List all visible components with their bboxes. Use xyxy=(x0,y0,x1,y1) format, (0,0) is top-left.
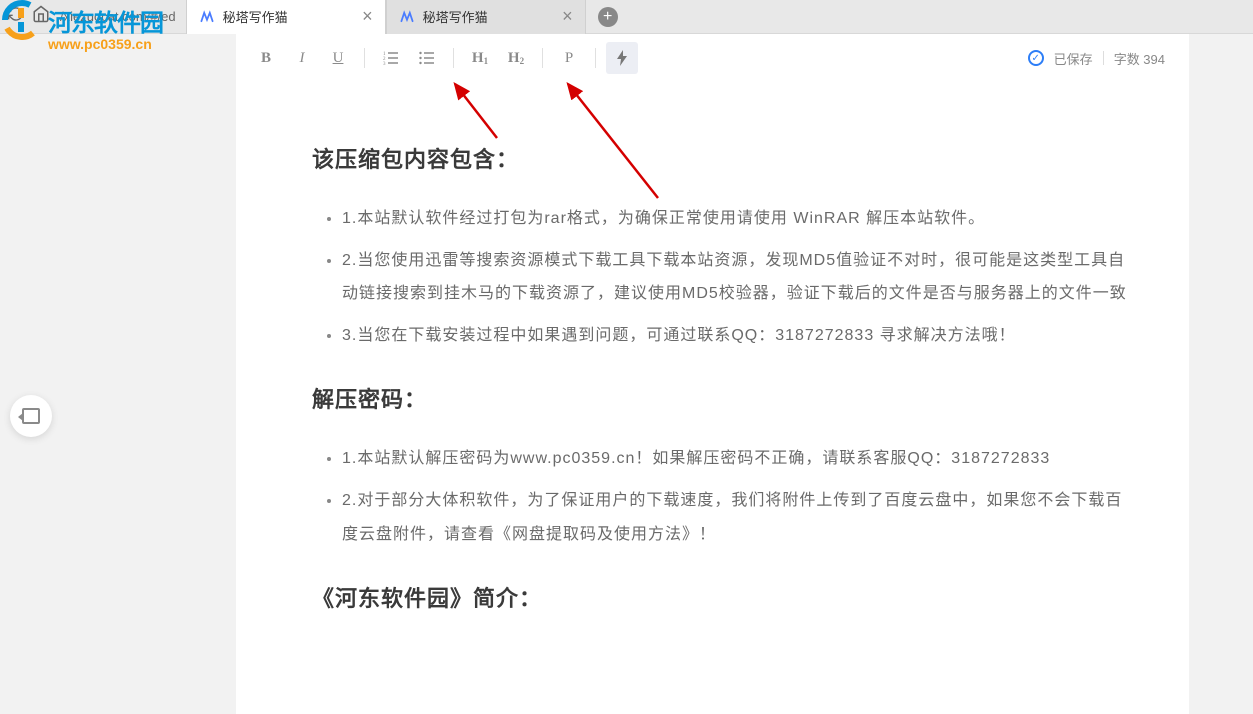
list: 1.本站默认软件经过打包为rar格式，为确保正常使用请使用 WinRAR 解压本… xyxy=(312,202,1139,352)
tab-favicon xyxy=(199,9,215,25)
word-count: 字数 394 xyxy=(1114,49,1165,68)
h1-button[interactable]: H1 xyxy=(464,42,496,74)
refresh-icon[interactable] xyxy=(8,6,24,27)
lightning-button[interactable] xyxy=(606,42,638,74)
tab-favicon xyxy=(399,9,415,25)
nav-controls xyxy=(8,5,50,28)
saved-label: 已保存 xyxy=(1054,49,1093,68)
tab-title: 秘塔写作猫 xyxy=(223,7,354,26)
list-item: 3.当您在下载安装过程中如果遇到问题，可通过联系QQ：3187272833 寻求… xyxy=(342,319,1139,353)
separator xyxy=(364,48,365,68)
separator xyxy=(1103,51,1104,65)
url-display: /xiezuocat.com/#/ed xyxy=(60,9,176,24)
browser-tab-1[interactable]: 秘塔写作猫 × xyxy=(186,0,386,34)
editor-toolbar: B I U 123 H1 H2 P ✓ xyxy=(236,34,1189,82)
unordered-list-button[interactable] xyxy=(411,42,443,74)
document-body[interactable]: 该压缩包内容包含： 1.本站默认软件经过打包为rar格式，为确保正常使用请使用 … xyxy=(236,82,1189,714)
editor-page: B I U 123 H1 H2 P ✓ xyxy=(236,34,1189,714)
bold-button[interactable]: B xyxy=(250,42,282,74)
h2-button[interactable]: H2 xyxy=(500,42,532,74)
collapse-icon xyxy=(22,408,40,424)
browser-tab-2[interactable]: 秘塔写作猫 × xyxy=(386,0,586,34)
toolbar-group: B I U 123 H1 H2 P xyxy=(250,42,638,74)
home-icon[interactable] xyxy=(32,5,50,28)
list: 1.本站默认解压密码为www.pc0359.cn！如果解压密码不正确，请联系客服… xyxy=(312,442,1139,551)
heading: 该压缩包内容包含： xyxy=(312,142,1139,174)
close-icon[interactable]: × xyxy=(362,6,373,27)
app-body: B I U 123 H1 H2 P ✓ xyxy=(0,34,1253,714)
underline-button[interactable]: U xyxy=(322,42,354,74)
italic-button[interactable]: I xyxy=(286,42,318,74)
heading: 解压密码： xyxy=(312,382,1139,414)
list-item: 1.本站默认软件经过打包为rar格式，为确保正常使用请使用 WinRAR 解压本… xyxy=(342,202,1139,236)
svg-text:3: 3 xyxy=(383,62,386,65)
list-item: 2.当您使用迅雷等搜索资源模式下载工具下载本站资源，发现MD5值验证不对时，很可… xyxy=(342,244,1139,311)
status-area: ✓ 已保存 字数 394 xyxy=(1028,49,1165,68)
close-icon[interactable]: × xyxy=(562,6,573,27)
separator xyxy=(453,48,454,68)
list-item: 2.对于部分大体积软件，为了保证用户的下载速度，我们将附件上传到了百度云盘中，如… xyxy=(342,484,1139,551)
paragraph-button[interactable]: P xyxy=(553,42,585,74)
heading: 《河东软件园》简介： xyxy=(312,581,1139,613)
collapse-sidebar-button[interactable] xyxy=(10,395,52,437)
ordered-list-button[interactable]: 123 xyxy=(375,42,407,74)
tab-title: 秘塔写作猫 xyxy=(423,7,554,26)
list-item: 1.本站默认解压密码为www.pc0359.cn！如果解压密码不正确，请联系客服… xyxy=(342,442,1139,476)
saved-check-icon: ✓ xyxy=(1028,50,1044,66)
browser-tab-bar: /xiezuocat.com/#/ed 秘塔写作猫 × 秘塔写作猫 × + xyxy=(0,0,1253,34)
separator xyxy=(542,48,543,68)
separator xyxy=(595,48,596,68)
add-tab-button[interactable]: + xyxy=(598,7,618,27)
